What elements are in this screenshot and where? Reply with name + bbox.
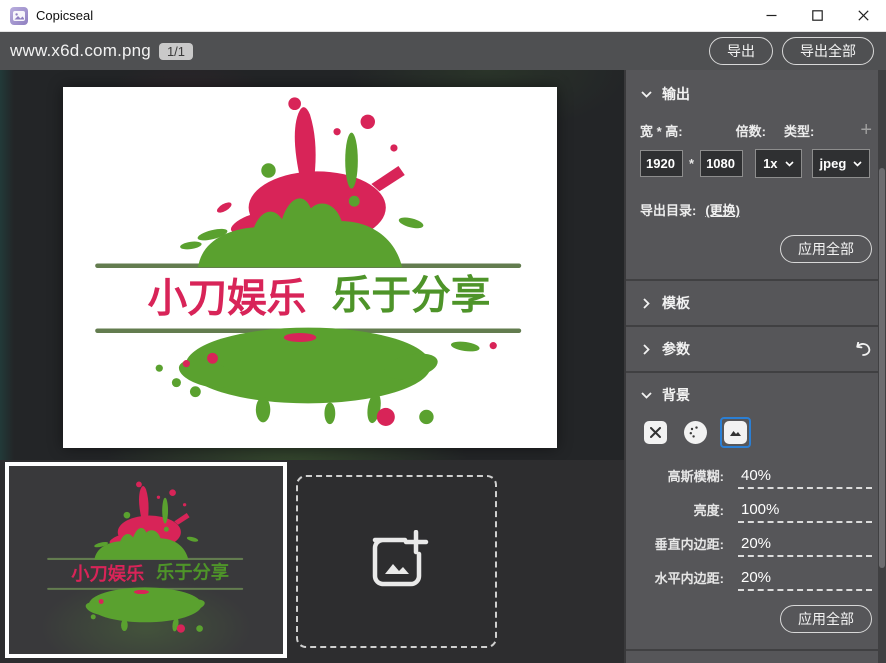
apply-all-output-button[interactable]: 应用全部 <box>780 235 872 263</box>
section-template: 模板 <box>626 281 886 325</box>
height-input[interactable] <box>700 150 743 177</box>
title-bar: Copicseal <box>0 0 886 32</box>
preview-image[interactable]: 小刀娱乐 乐于分享 <box>63 87 557 448</box>
no-background-icon[interactable] <box>644 421 667 444</box>
type-value: jpeg <box>820 156 847 171</box>
vertical-padding-row: 垂直内边距: 20% <box>640 534 872 557</box>
minimize-icon[interactable] <box>748 0 794 32</box>
section-background: 背景 <box>626 373 886 633</box>
chevron-right-icon <box>640 344 652 355</box>
app-window: Copicseal www.x6d.com.png 1/1 导出 导出全部 <box>0 0 886 663</box>
maximize-icon[interactable] <box>794 0 840 32</box>
section-photo-info: 照片信息 相机厂商: <box>626 651 886 663</box>
export-button[interactable]: 导出 <box>709 37 773 65</box>
undo-icon[interactable] <box>854 342 872 356</box>
page-count-badge: 1/1 <box>159 43 193 60</box>
dimension-separator: * <box>689 156 694 171</box>
horizontal-padding-row: 水平内边距: 20% <box>640 568 872 591</box>
width-input[interactable] <box>640 150 683 177</box>
horizontal-padding-label: 水平内边距: <box>640 568 724 591</box>
width-height-label: 宽 * 高: <box>640 121 683 140</box>
logo-text-red-thumb: 小刀娱乐 <box>71 563 145 584</box>
logo-text-green: 乐于分享 <box>332 273 491 317</box>
blur-row: 高斯模糊: 40% <box>640 466 872 489</box>
section-params: 参数 <box>626 327 886 371</box>
type-select[interactable]: jpeg <box>812 149 871 178</box>
vertical-padding-value[interactable]: 20% <box>738 535 872 557</box>
brightness-row: 亮度: 100% <box>640 500 872 523</box>
apply-all-background-button[interactable]: 应用全部 <box>780 605 872 633</box>
output-section-header[interactable]: 输出 <box>640 84 872 104</box>
chevron-down-icon <box>785 161 794 167</box>
chevron-down-icon <box>853 161 862 167</box>
splatter-logo: 小刀娱乐 乐于分享 <box>74 92 546 444</box>
bg-color-wrap <box>680 417 711 448</box>
scrollbar-thumb[interactable] <box>879 168 885 568</box>
app-logo-icon <box>10 7 28 25</box>
brightness-value[interactable]: 100% <box>738 501 872 523</box>
app-title: Copicseal <box>36 8 93 23</box>
horizontal-padding-value[interactable]: 20% <box>738 569 872 591</box>
chevron-down-icon <box>640 91 652 98</box>
params-section-header[interactable]: 参数 <box>640 339 872 359</box>
brightness-label: 亮度: <box>640 500 724 523</box>
template-section-header[interactable]: 模板 <box>640 293 872 313</box>
params-section-title: 参数 <box>662 339 690 359</box>
background-section-title: 背景 <box>662 385 690 405</box>
multiplier-label: 倍数: <box>736 121 766 140</box>
gaussian-blur-value[interactable]: 40% <box>738 467 872 489</box>
type-label: 类型: <box>784 121 814 140</box>
export-dir-label: 导出目录: <box>640 200 696 219</box>
preview-canvas[interactable]: 小刀娱乐 乐于分享 <box>0 70 624 460</box>
chevron-down-icon <box>640 392 652 399</box>
close-icon[interactable] <box>840 0 886 32</box>
change-dir-link[interactable]: (更换) <box>705 200 740 219</box>
header-actions: 导出 导出全部 <box>709 37 874 65</box>
section-output: 输出 宽 * 高: 倍数: 类型: + * 1x jpeg <box>626 70 886 263</box>
settings-sidebar: 输出 宽 * 高: 倍数: 类型: + * 1x jpeg <box>624 70 886 663</box>
palette-icon[interactable] <box>684 421 707 444</box>
splatter-logo-thumb: 小刀娱乐 乐于分享 <box>38 479 254 641</box>
export-all-button[interactable]: 导出全部 <box>782 37 874 65</box>
window-controls <box>748 0 886 32</box>
image-background-icon[interactable] <box>724 421 747 444</box>
template-section-title: 模板 <box>662 293 690 313</box>
gaussian-blur-label: 高斯模糊: <box>640 466 724 489</box>
multiplier-value: 1x <box>763 156 777 171</box>
header-bar: www.x6d.com.png 1/1 导出 导出全部 <box>0 32 886 70</box>
vertical-padding-label: 垂直内边距: <box>640 534 724 557</box>
background-section-header[interactable]: 背景 <box>640 385 872 405</box>
thumbnail-strip: 小刀娱乐 乐于分享 <box>0 460 624 663</box>
logo-text-red: 小刀娱乐 <box>148 276 307 320</box>
current-filename: www.x6d.com.png <box>10 41 151 61</box>
bg-image-wrap <box>720 417 751 448</box>
thumbnail-selected[interactable]: 小刀娱乐 乐于分享 <box>5 462 287 658</box>
bg-none-wrap <box>640 417 671 448</box>
add-output-icon[interactable]: + <box>860 120 872 140</box>
logo-text-green-thumb: 乐于分享 <box>156 562 229 583</box>
sidebar-scrollbar[interactable] <box>878 70 886 663</box>
multiplier-select[interactable]: 1x <box>755 149 801 178</box>
add-image-button[interactable] <box>296 475 497 648</box>
add-image-icon <box>361 530 433 594</box>
output-section-title: 输出 <box>662 84 690 104</box>
chevron-right-icon <box>640 298 652 309</box>
